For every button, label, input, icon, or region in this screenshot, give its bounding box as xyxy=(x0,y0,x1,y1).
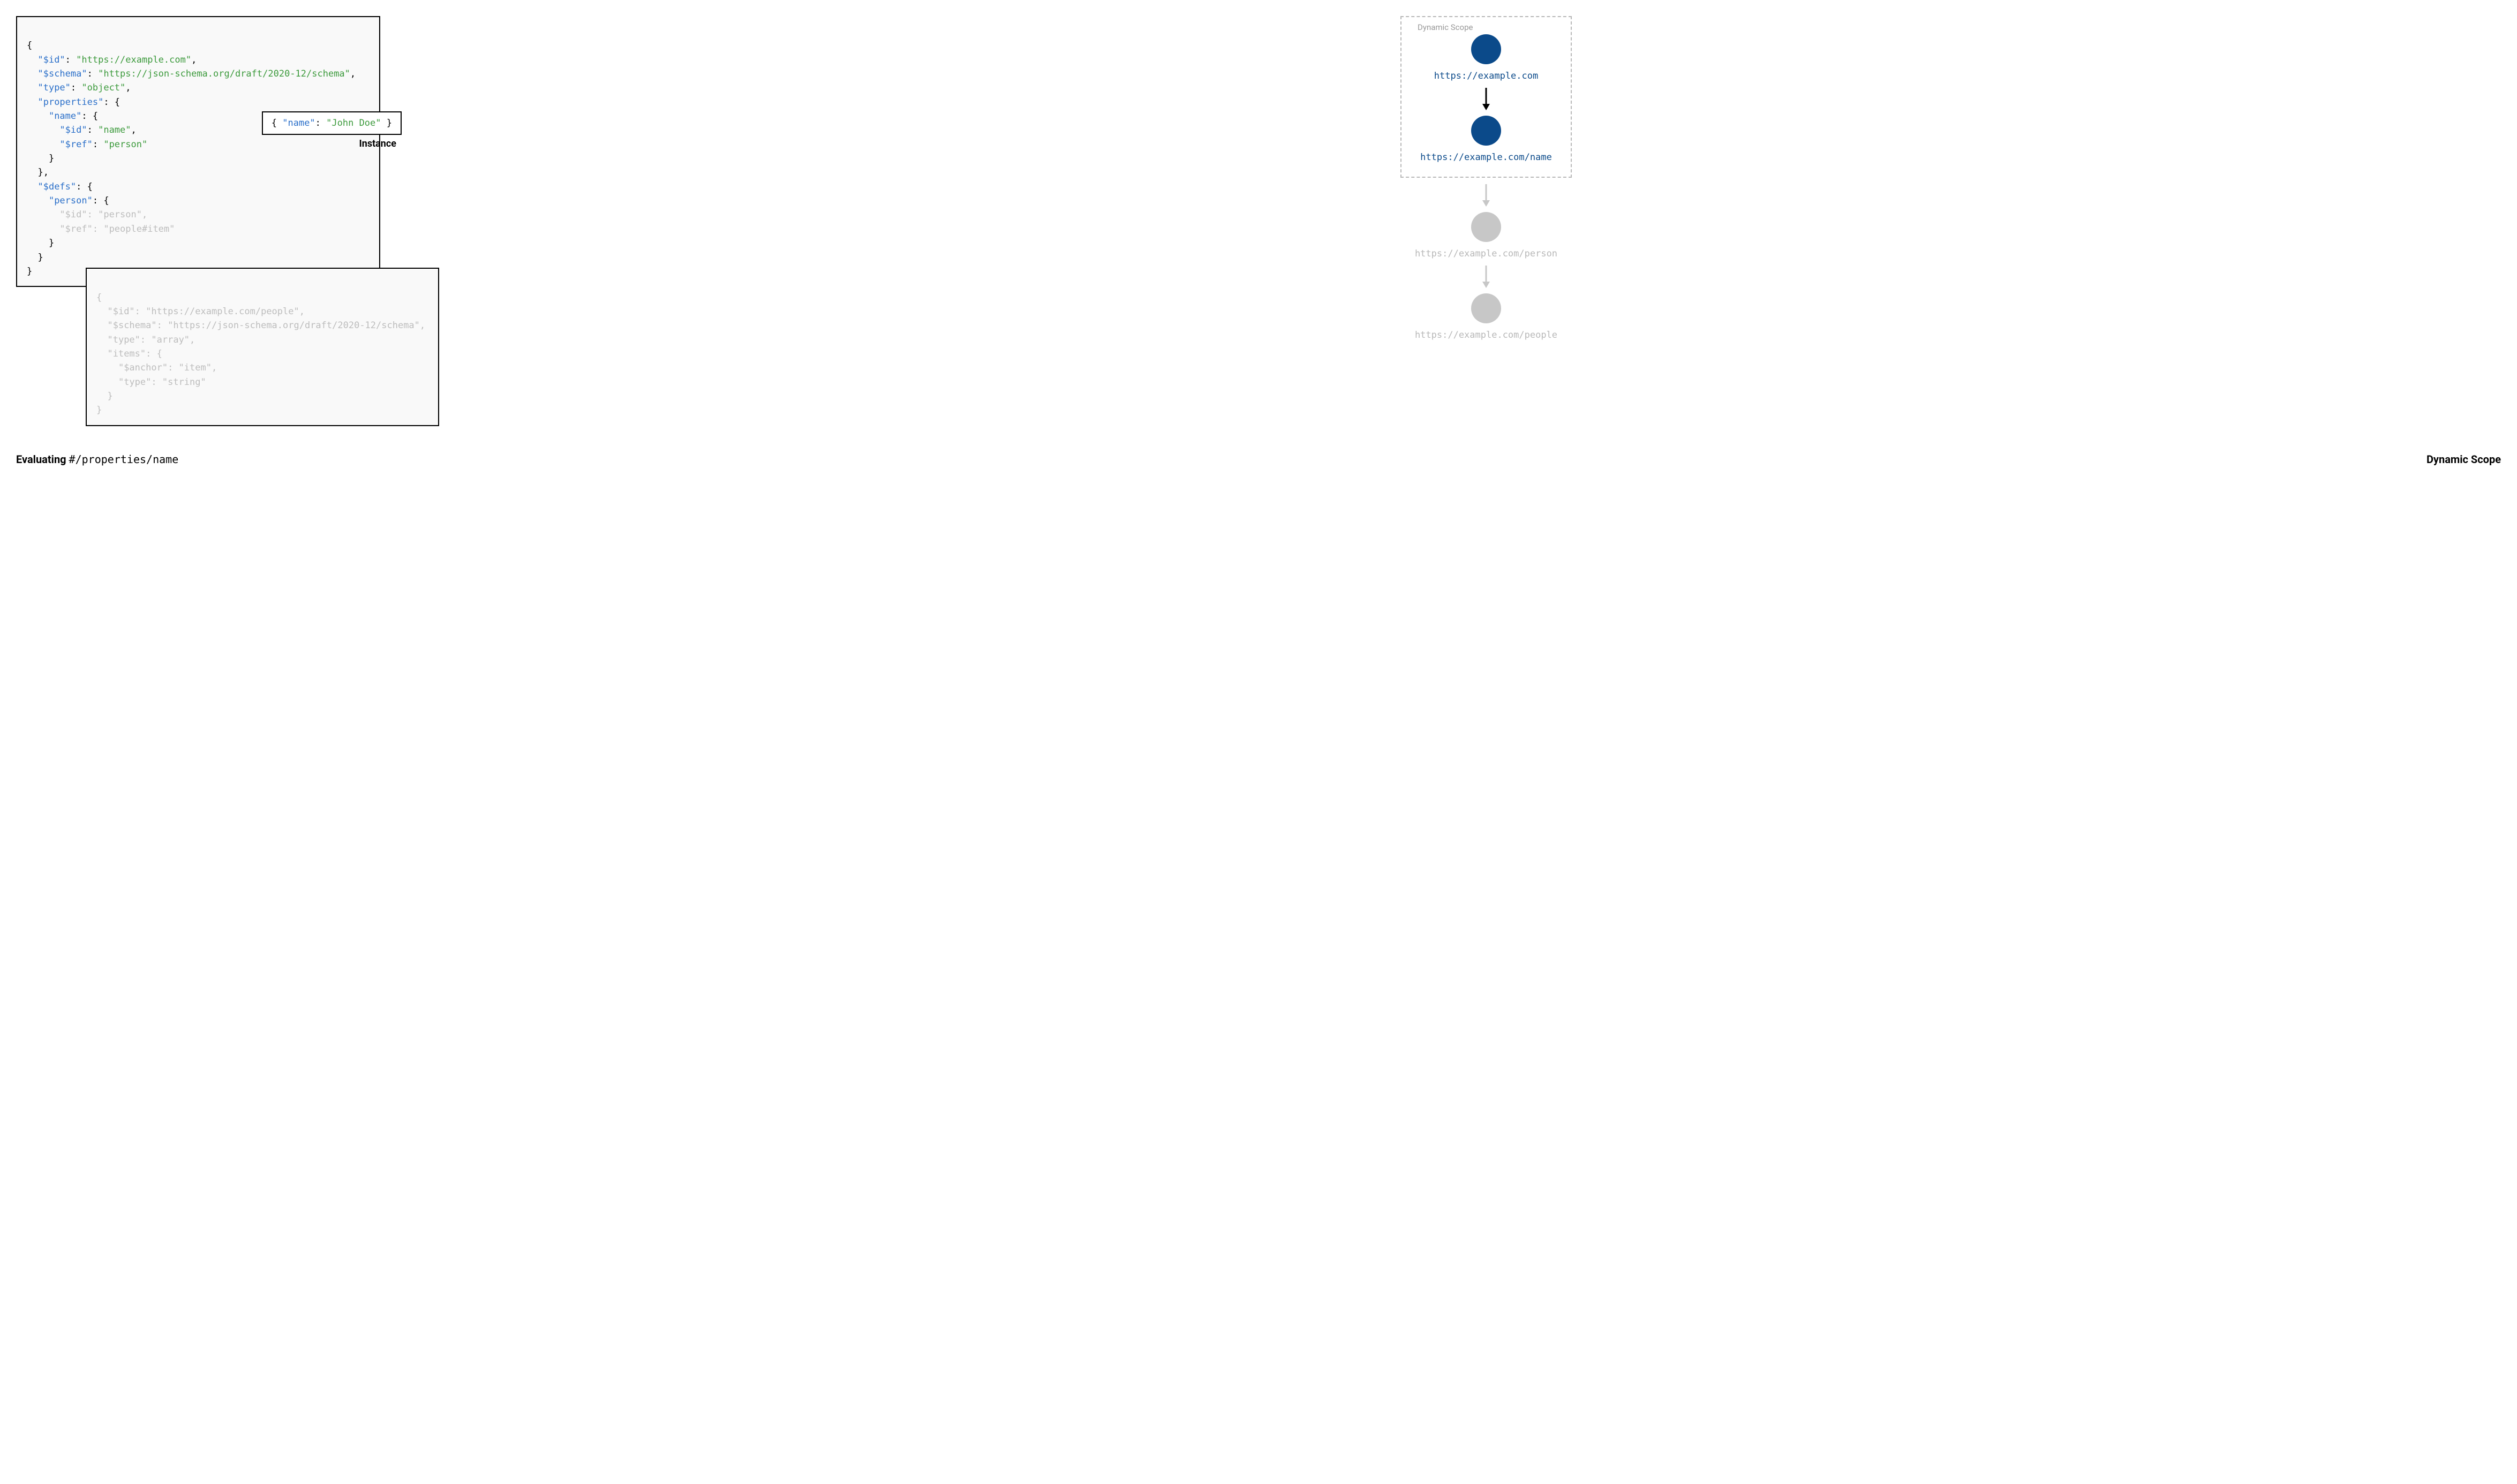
scope-box-title: Dynamic Scope xyxy=(1418,22,1473,32)
arrow-inactive-icon xyxy=(1481,264,1491,288)
scope-label-4: https://example.com/people xyxy=(1415,330,1557,340)
left-column: { "$id": "https://example.com", "$schema… xyxy=(16,16,439,426)
schema-primary: { "$id": "https://example.com", "$schema… xyxy=(16,16,380,287)
right-column: Dynamic Scope https://example.com https:… xyxy=(471,16,2501,340)
scope-label-1: https://example.com xyxy=(1434,71,1538,81)
arrow-active-icon xyxy=(1481,87,1491,110)
caption-right: Dynamic Scope xyxy=(2426,453,2501,466)
instance-box: { "name": "John Doe" } xyxy=(262,111,402,135)
dynamic-scope-box: Dynamic Scope https://example.com https:… xyxy=(1400,16,1572,178)
scope-node-1 xyxy=(1471,34,1501,64)
scope-node-3 xyxy=(1471,212,1501,242)
scope-node-4 xyxy=(1471,293,1501,323)
instance-label: Instance xyxy=(359,138,396,149)
arrow-inactive-icon xyxy=(1481,183,1491,207)
diagram-container: { "$id": "https://example.com", "$schema… xyxy=(16,16,2501,426)
scope-label-2: https://example.com/name xyxy=(1420,152,1552,163)
schema-secondary: { "$id": "https://example.com/people", "… xyxy=(86,268,439,426)
scope-label-3: https://example.com/person xyxy=(1415,248,1557,259)
caption-row: Evaluating #/properties/name Dynamic Sco… xyxy=(16,453,2501,466)
scope-node-2 xyxy=(1471,116,1501,146)
scope-rest: https://example.com/person https://examp… xyxy=(471,178,2501,340)
caption-left: Evaluating #/properties/name xyxy=(16,453,178,466)
